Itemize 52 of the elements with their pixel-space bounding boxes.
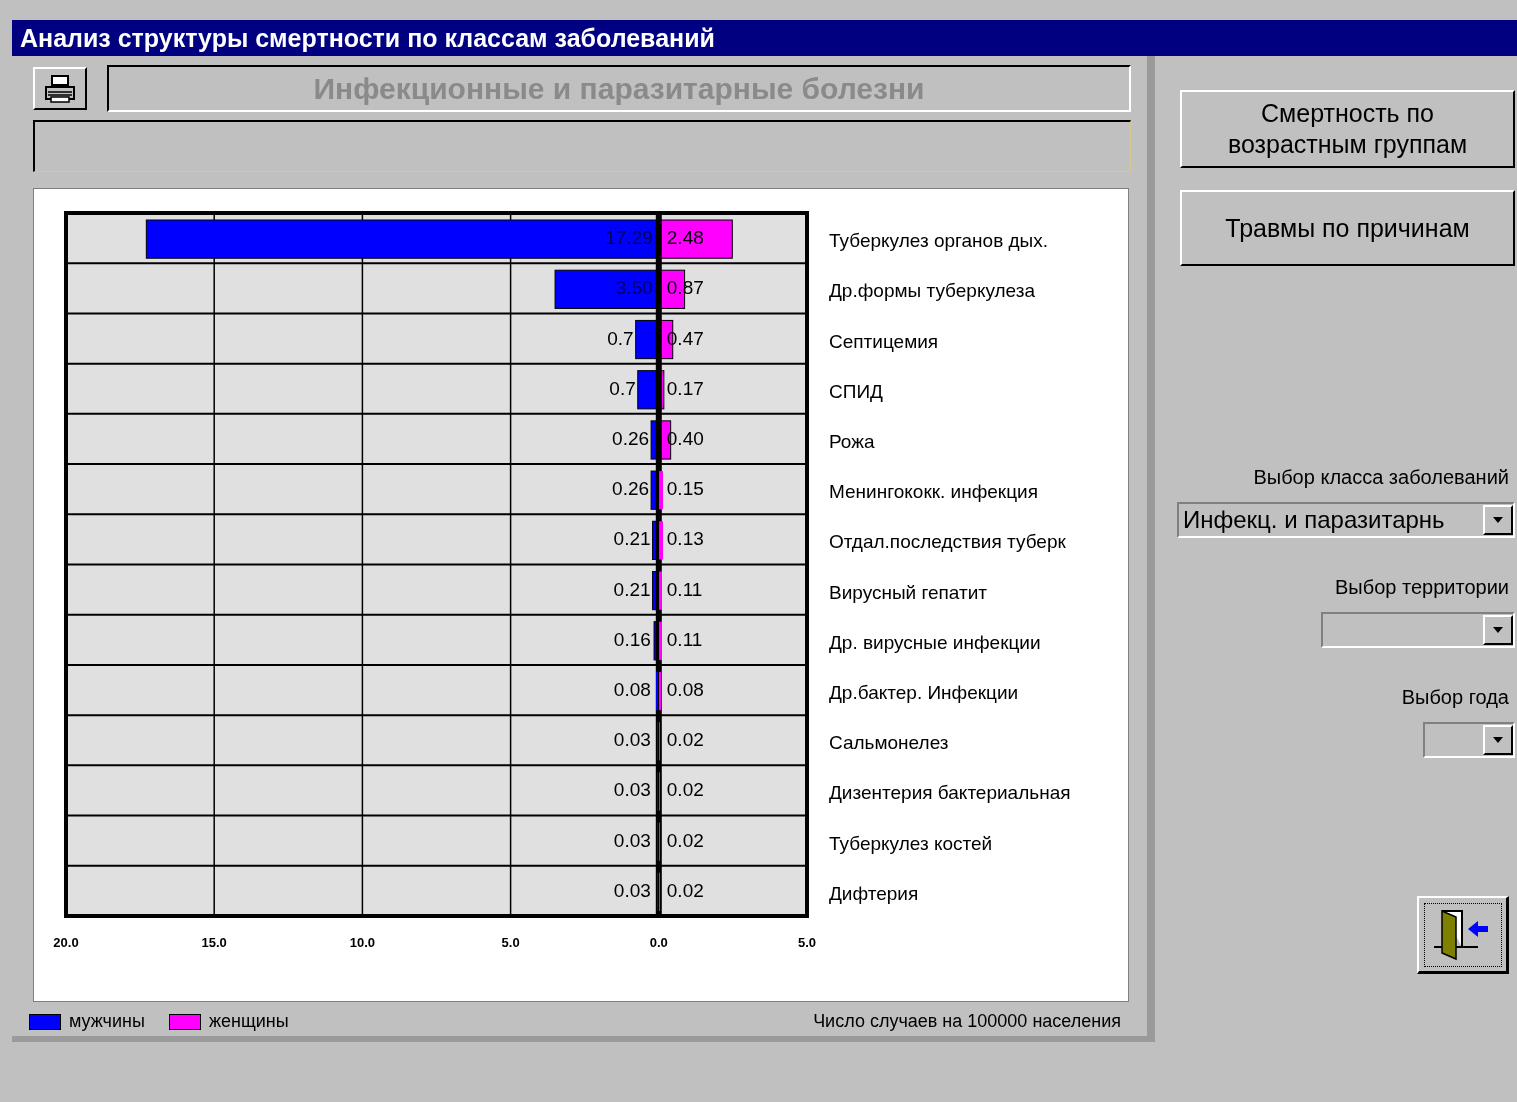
category-label: Рожа xyxy=(829,430,875,452)
value-label: 0.15 xyxy=(666,478,704,500)
value-label: 0.08 xyxy=(613,679,651,701)
value-label: 0.02 xyxy=(666,779,704,801)
value-label: 0.08 xyxy=(666,679,704,701)
value-label: 0.02 xyxy=(666,879,704,901)
category-label: Вирусный гепатит xyxy=(829,581,987,603)
tick-label: 0.0 xyxy=(649,935,668,950)
tick-label: 20.0 xyxy=(53,935,79,950)
value-label: 17.29 xyxy=(605,227,653,249)
category-label: Отдал.последствия туберк xyxy=(829,531,1066,553)
category-label: Дифтерия xyxy=(829,882,919,904)
tick-label: 10.0 xyxy=(349,935,376,950)
category-label: Туберкулез органов дых. xyxy=(829,230,1049,252)
value-label: 0.7 xyxy=(609,377,636,399)
category-label: Менингококк. инфекция xyxy=(829,481,1038,503)
filter-label: Выбор класса заболеваний xyxy=(1253,465,1510,490)
category-label: Сальмонелез xyxy=(829,732,949,754)
tick-label: 5.0 xyxy=(797,935,817,950)
value-label: 0.11 xyxy=(666,628,703,650)
value-label: 0.03 xyxy=(613,879,651,901)
value-label: 0.26 xyxy=(612,478,650,500)
value-label: 0.02 xyxy=(666,729,704,751)
category-label: Др. вирусные инфекции xyxy=(829,631,1041,653)
value-label: 0.11 xyxy=(666,578,703,600)
value-label: 0.21 xyxy=(613,578,651,600)
value-label: 2.48 xyxy=(666,227,704,249)
filter-label: Выбор года xyxy=(1401,685,1510,710)
value-label: 0.17 xyxy=(666,377,704,399)
value-label: 0.03 xyxy=(613,729,651,751)
category-label: Туберкулез костей xyxy=(829,832,993,854)
value-label: 3.50 xyxy=(615,277,653,299)
value-label: 0.21 xyxy=(613,528,651,550)
value-label: 0.7 xyxy=(607,327,634,349)
category-label: Дизентерия бактериальная xyxy=(829,782,1071,804)
units-note: Число случаев на 100000 населения xyxy=(813,1010,1121,1033)
window-title: Анализ структуры смертности по классам заболеваний xyxy=(12,20,1517,56)
filter-label: Выбор территории xyxy=(1335,575,1510,600)
value-label: 0.16 xyxy=(613,628,651,650)
category-label: СПИД xyxy=(829,380,883,402)
tick-label: 5.0 xyxy=(501,935,520,950)
category-label: Септицемия xyxy=(829,330,939,352)
category-label: Др.бактер. Инфекции xyxy=(829,682,1019,704)
tick-label: 15.0 xyxy=(201,935,227,950)
value-label: 0.03 xyxy=(613,829,651,851)
category-label: Др.формы туберкулеза xyxy=(829,280,1036,302)
value-label: 0.02 xyxy=(666,829,704,851)
value-label: 0.13 xyxy=(666,528,704,550)
value-label: 0.03 xyxy=(613,779,651,801)
legend-label: женщины xyxy=(208,1010,289,1033)
value-label: 0.26 xyxy=(612,427,650,449)
legend-label: мужчины xyxy=(69,1010,145,1033)
